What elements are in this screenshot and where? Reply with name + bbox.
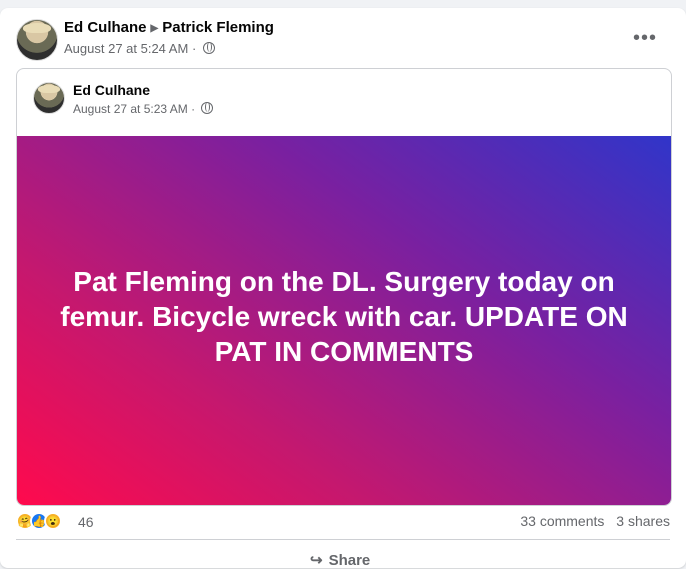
shared-author-name[interactable]: Ed Culhane [73,82,150,98]
post-text: Pat Fleming on the DL. Surgery today on … [60,266,628,367]
arrow-right-icon: ▶ [150,23,159,34]
post-card: Ed Culhane ▶ Patrick Fleming August 27 at … [0,8,686,569]
globe-icon[interactable] [202,42,215,54]
more-options-icon[interactable]: ••• [628,21,662,55]
recipient-name[interactable]: Patrick Fleming [162,19,274,36]
post-header: Ed Culhane ▶ Patrick Fleming August 27 at … [16,19,676,63]
engagement-stats: 33 comments 3 shares [512,513,670,529]
share-icon: ↪ [310,552,323,569]
author-name[interactable]: Ed Culhane [64,19,147,36]
shared-post-meta: August 27 at 5:23 AM · [73,102,214,116]
separator: · [191,41,197,56]
wow-icon[interactable]: 😮 [44,512,62,530]
shared-post[interactable]: Ed Culhane August 27 at 5:23 AM · Pat Fl… [16,68,672,506]
post-timestamp[interactable]: August 27 at 5:24 AM [64,41,188,56]
share-button[interactable]: ↪ Share [310,551,370,569]
comments-count[interactable]: 33 comments [520,513,604,529]
separator: · [191,102,196,116]
shared-author-avatar[interactable] [33,82,65,114]
post-meta: August 27 at 5:24 AM · [64,41,215,56]
globe-icon[interactable] [201,102,214,114]
shared-post-timestamp[interactable]: August 27 at 5:23 AM [73,102,188,116]
post-names: Ed Culhane ▶ Patrick Fleming [64,19,274,36]
author-avatar[interactable] [16,19,58,61]
text-background-banner[interactable]: Pat Fleming on the DL. Surgery today on … [17,136,671,505]
divider [16,539,670,540]
shares-count[interactable]: 3 shares [616,513,670,529]
share-label: Share [328,552,371,569]
reaction-count[interactable]: 46 [78,514,94,530]
reactions-bar: 🤗 👍 😮 46 33 comments 3 shares [16,512,670,532]
shared-post-header: Ed Culhane August 27 at 5:23 AM · [33,80,633,116]
